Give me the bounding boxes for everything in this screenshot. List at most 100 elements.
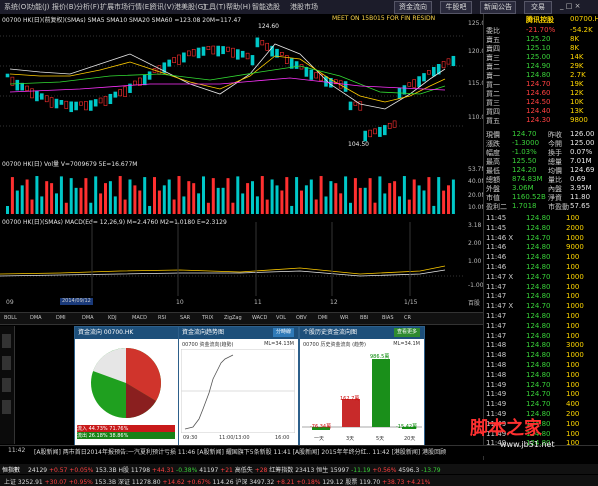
capital-flow-table: 流入 44.73% 71.76% 流出 26.18% 38.86% xyxy=(77,425,175,439)
volume-bar xyxy=(451,179,455,214)
tick-row: 11:48 124.80 100 xyxy=(486,361,580,369)
volume-bar xyxy=(363,187,367,214)
status-item: 119.70 xyxy=(359,479,383,486)
indicator-tab[interactable]: MACD xyxy=(132,315,147,321)
indicator-tab[interactable]: BIAS xyxy=(382,315,394,321)
menu-function[interactable]: 功能(J) xyxy=(28,2,50,12)
volume-bar xyxy=(304,185,308,214)
view-more-button[interactable]: 查看更多 xyxy=(393,328,420,337)
menu-hk-market[interactable]: 港股市场 xyxy=(290,2,318,12)
candle xyxy=(422,73,426,82)
order-book-row: 賣五 125.20 8K xyxy=(486,35,597,44)
candle xyxy=(446,58,451,65)
indicator-tab[interactable]: WACD xyxy=(252,315,267,321)
quote-stat-row: 幅度 -1.03% 換手 0.07% xyxy=(486,148,593,157)
menu-analysis[interactable]: 分析(F) xyxy=(76,2,100,12)
menu-help[interactable]: 帮助(H) xyxy=(226,2,251,12)
menu-smart-select[interactable]: 智能选股 xyxy=(252,2,280,12)
order-price: 124.40 xyxy=(526,107,551,115)
status-line-cn: 上证 3252.91 +30.07 +0.95% 153.3B 深证 11278… xyxy=(0,475,598,486)
trade-button[interactable]: 交易 xyxy=(524,1,552,14)
order-price: 124.90 xyxy=(526,62,551,70)
indicator-tab[interactable]: CR xyxy=(404,315,411,321)
indicator-tab[interactable]: DMI xyxy=(318,315,328,321)
sidebar-tab[interactable] xyxy=(2,356,11,370)
quote-panel: 腾讯控股 00700.HK 委比-21.70%-54.2K賣五125.208K賣… xyxy=(483,14,598,460)
volume-bar xyxy=(231,202,235,214)
indicator-tab[interactable]: RSI xyxy=(158,315,166,321)
status-item: 24129 xyxy=(28,467,49,474)
quote-stat-row: 總額 874.83M 量比 0.69 xyxy=(486,175,586,184)
indicator-tab[interactable]: OBV xyxy=(296,315,307,321)
volume-bar xyxy=(133,185,137,214)
status-item: +44.31 xyxy=(151,467,177,474)
tick-row: 11:45 124.80 2000 xyxy=(486,223,584,232)
status-item: -13.79 xyxy=(421,467,441,474)
volume-bar xyxy=(241,193,245,214)
candle xyxy=(39,93,44,100)
candle xyxy=(69,101,73,113)
volume-bar xyxy=(94,176,98,214)
menu-quote[interactable]: 报价(B) xyxy=(52,2,76,12)
volume-bar xyxy=(59,176,63,214)
ticker-time: 11:42 xyxy=(8,447,26,454)
quote-stat-row: 漲跌 -1.3000 今開 125.00 xyxy=(486,139,595,148)
indicator-tab[interactable]: BBI xyxy=(360,315,368,321)
tick-row: 11:47 124.80 100 xyxy=(486,321,580,330)
window-controls-icon[interactable]: _ □ × xyxy=(560,2,580,10)
indicator-tab[interactable]: DMA xyxy=(30,315,42,321)
timeshare-button[interactable]: 分時線 xyxy=(272,328,294,337)
volume-bar xyxy=(368,178,372,214)
volume-bar xyxy=(20,185,24,214)
candle xyxy=(98,97,103,104)
menu-extended[interactable]: 扩展市场行情(E) xyxy=(100,2,152,12)
volume-bar xyxy=(211,178,215,214)
macd-ytick: -1.00 xyxy=(468,282,484,289)
indicator-tab[interactable]: SAR xyxy=(180,315,190,321)
order-book-row: 賣一 124.80 2.7K xyxy=(486,71,597,80)
order-price: 124.30 xyxy=(526,116,551,124)
volume-chart-panel: 00700 HK(日) Vol量 V=7009679 5E=16.677M 53… xyxy=(0,158,487,217)
candle xyxy=(353,101,358,106)
watermark-logo: 脚本之家 xyxy=(470,418,542,439)
candle xyxy=(240,50,245,58)
volume-bar xyxy=(221,187,225,214)
status-line-hk: 恒指數 24129 +0.57 +0.05% 153.3B H股 11798 +… xyxy=(0,464,598,474)
sidebar-tab[interactable] xyxy=(2,334,11,348)
ticker-text[interactable]: [A股新闻] 两市首日2014年报预告:一汽夏利预计亏损 11:46 [A股新闻… xyxy=(34,447,446,456)
stock-forum-button[interactable]: 牛股吧 xyxy=(440,1,472,14)
history-bar-label: 5天 xyxy=(376,436,385,442)
indicator-tab[interactable]: ZigZag xyxy=(224,315,242,321)
status-item: +0.95% xyxy=(68,479,95,486)
indicator-tab[interactable]: WR xyxy=(340,315,348,321)
tick-row: 11:47 124.80 100 xyxy=(486,292,580,301)
volume-bar xyxy=(314,199,318,214)
volume-bar xyxy=(226,178,230,214)
menu-news[interactable]: 资讯(V) xyxy=(150,2,174,12)
capital-flow-button[interactable]: 资金流向 xyxy=(394,1,432,14)
indicator-tab[interactable]: VOL xyxy=(276,315,286,321)
indicator-tab[interactable]: BOLL xyxy=(4,315,17,321)
volume-bar xyxy=(40,196,44,214)
order-book-row: 委比 -21.70% -54.2K xyxy=(486,26,597,35)
news-button[interactable]: 新闻公告 xyxy=(480,1,516,14)
history-value: ML=34.1M xyxy=(393,341,420,347)
menu-tools[interactable]: 工具(T) xyxy=(202,2,226,12)
sidebar-tab[interactable] xyxy=(2,378,11,392)
order-price: 124.70 xyxy=(526,80,551,88)
volume-bar xyxy=(167,179,171,214)
candle xyxy=(343,81,348,92)
menu-system[interactable]: 系统(O) xyxy=(4,2,29,12)
candle xyxy=(133,80,137,86)
indicator-tab[interactable]: DMI xyxy=(56,315,66,321)
trend-subtitle: 00700 资金流向(趋勢) xyxy=(182,342,234,348)
history-bar-value: -15.42萬 xyxy=(396,424,418,430)
candle xyxy=(108,93,113,105)
volume-bar xyxy=(329,181,333,214)
indicator-tab[interactable]: DMA xyxy=(82,315,94,321)
sidebar-tab[interactable] xyxy=(2,400,11,414)
indicator-tab[interactable]: KDJ xyxy=(108,315,117,321)
volume-bar xyxy=(187,181,191,214)
indicator-tab[interactable]: TRIX xyxy=(202,315,213,321)
history-bar-label: 3天 xyxy=(346,436,355,442)
